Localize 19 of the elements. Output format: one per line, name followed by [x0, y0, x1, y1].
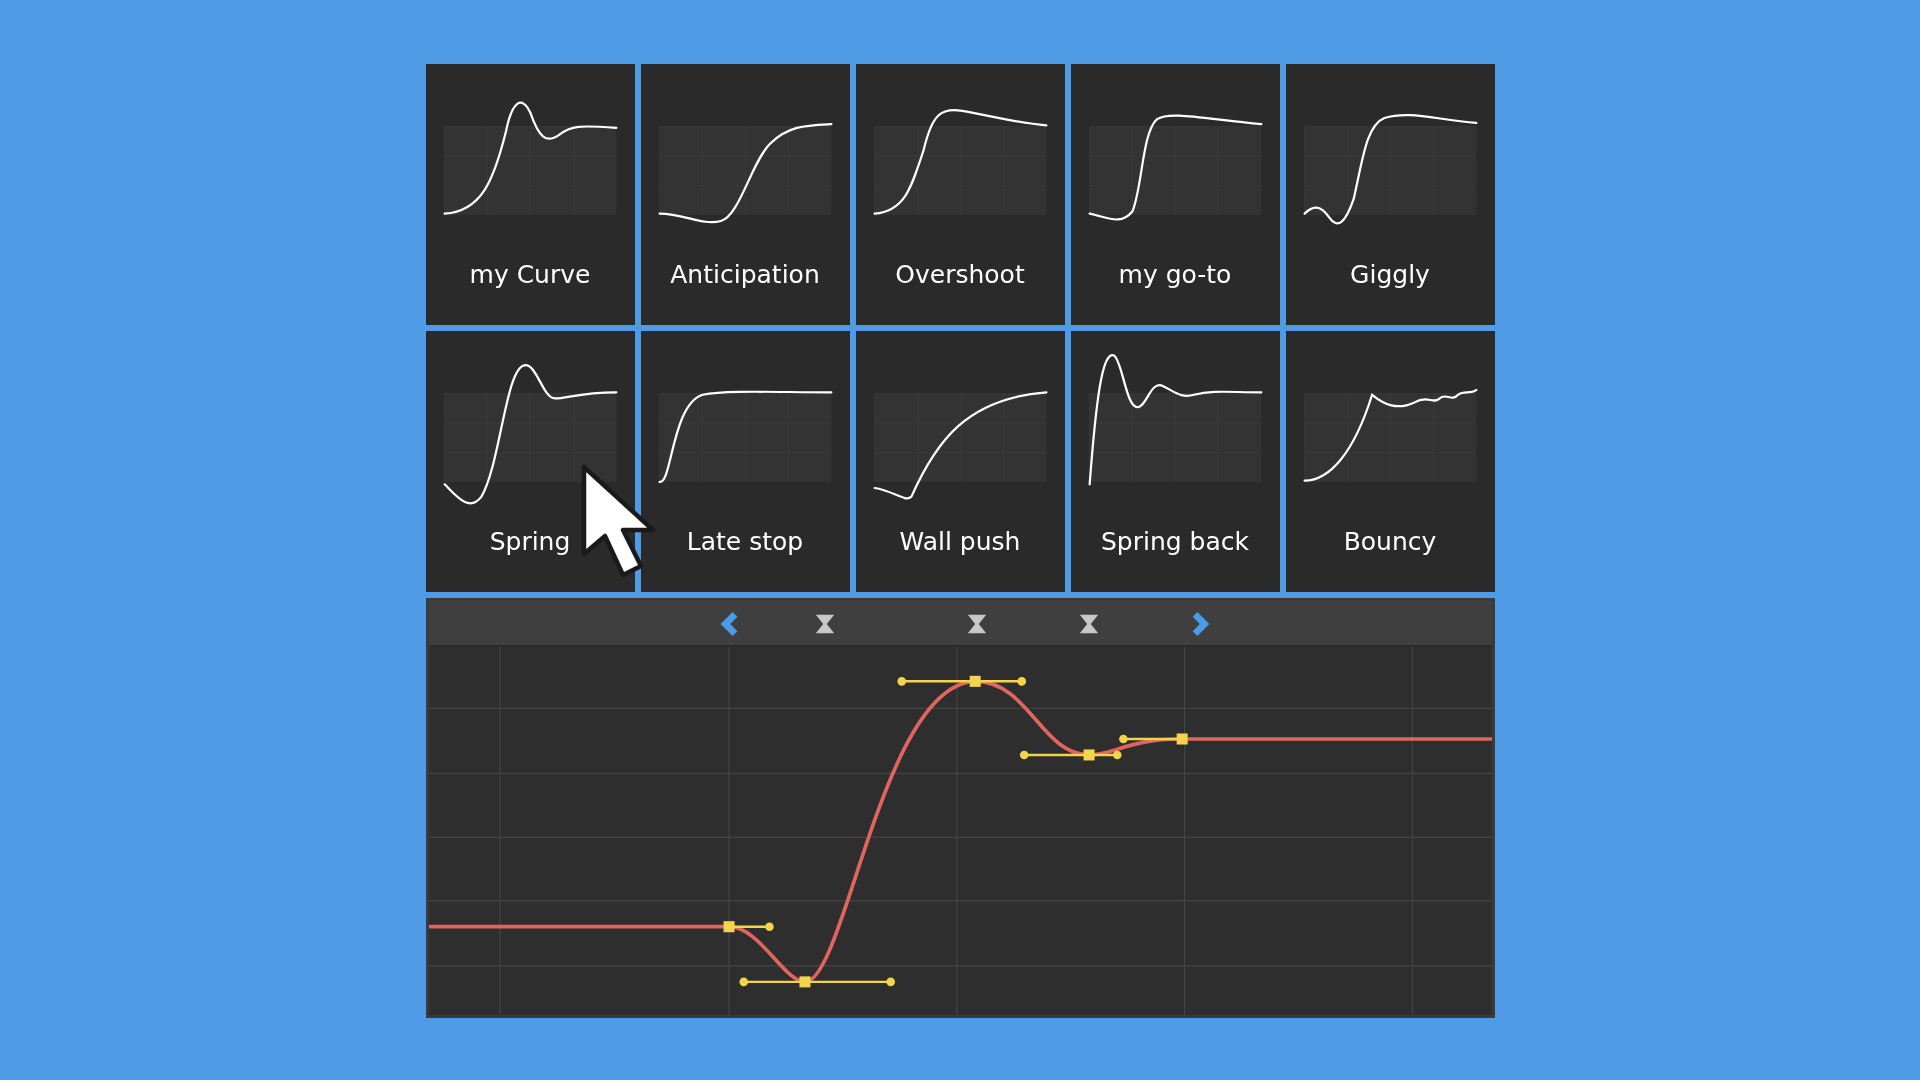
preset-tile[interactable]: Late stop — [640, 331, 850, 592]
preset-label: my Curve — [469, 262, 591, 287]
preset-label: my go-to — [1118, 262, 1232, 287]
preset-tile[interactable]: Giggly — [1285, 64, 1495, 325]
preset-tile[interactable]: Bouncy — [1285, 331, 1495, 592]
preset-tile[interactable]: Overshoot — [855, 64, 1065, 325]
preset-tile[interactable]: Spring back — [1070, 331, 1280, 592]
preset-label: Spring back — [1100, 529, 1249, 554]
preset-tile[interactable]: Anticipation — [640, 64, 850, 325]
preset-tile[interactable]: Wall push — [855, 331, 1065, 592]
preset-label: Overshoot — [895, 262, 1025, 287]
preset-label: Giggly — [1350, 262, 1430, 287]
preset-label: Wall push — [899, 529, 1021, 554]
preset-label: Late stop — [686, 529, 804, 554]
preset-tile[interactable]: my Curve — [425, 64, 635, 325]
preset-tile[interactable]: my go-to — [1070, 64, 1280, 325]
preset-label: Anticipation — [670, 262, 820, 287]
preset-label: Spring — [489, 529, 571, 554]
preset-label: Bouncy — [1343, 529, 1437, 554]
